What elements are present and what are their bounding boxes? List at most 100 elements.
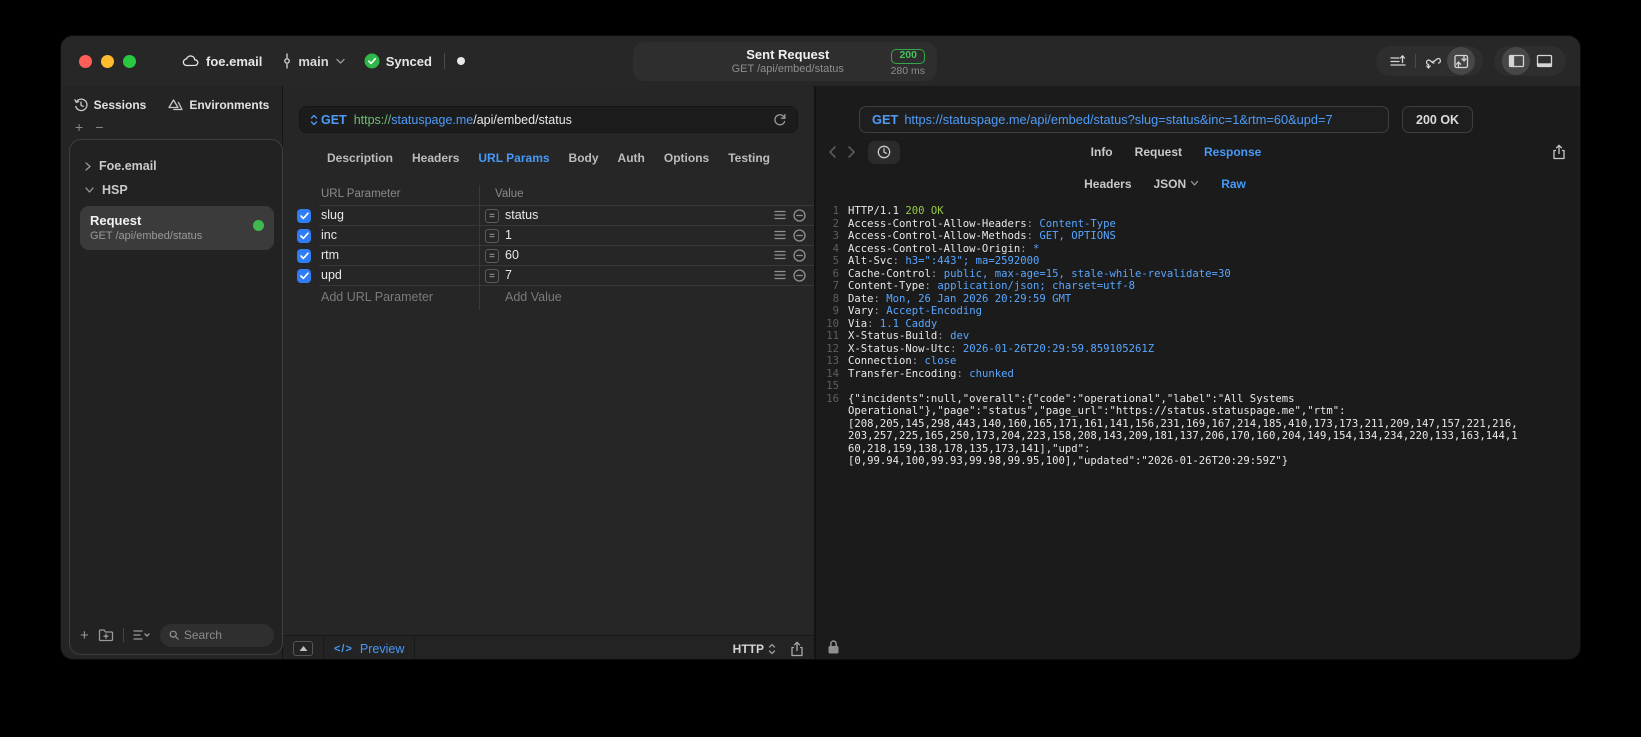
sent-request-title: Sent Request	[746, 46, 830, 62]
add-url-parameter-field[interactable]: Add URL Parameter	[321, 290, 433, 304]
tree-item-foe-email[interactable]: Foe.email	[80, 154, 274, 178]
check-icon	[299, 252, 309, 260]
remove-param-icon[interactable]	[793, 269, 806, 282]
lock-icon[interactable]	[827, 639, 840, 655]
history-clock-icon	[877, 145, 891, 159]
check-icon	[299, 232, 309, 240]
param-value[interactable]: 1	[505, 228, 512, 242]
line-number: 5	[832, 255, 839, 267]
share-icon[interactable]	[790, 641, 804, 657]
line-number: 2	[832, 217, 839, 230]
param-name[interactable]: upd	[321, 268, 342, 282]
minimize-window-button[interactable]	[101, 54, 114, 68]
param-enabled-checkbox[interactable]	[297, 229, 311, 243]
sidebar-search[interactable]	[159, 623, 274, 647]
line-number	[816, 443, 848, 456]
toggle-left-sidebar-button[interactable]	[1502, 47, 1530, 75]
code-line: 11 X-Status-Build: dev	[816, 330, 1568, 343]
response-nav: Info Request Response	[816, 133, 1580, 171]
subtab-json[interactable]: JSON	[1154, 177, 1200, 191]
toggle-bottom-panel-button[interactable]	[1530, 47, 1558, 75]
remove-session-button[interactable]: −	[95, 120, 103, 137]
sent-request-line[interactable]: GET https://statuspage.me/api/embed/stat…	[859, 106, 1389, 133]
tab-headers[interactable]: Headers	[412, 151, 459, 165]
remove-param-icon[interactable]	[793, 229, 806, 242]
tab-auth[interactable]: Auth	[618, 151, 645, 165]
code-line: 6 Cache-Control: public, max-age=15, sta…	[816, 268, 1568, 281]
traffic-lights	[79, 54, 136, 68]
tab-body[interactable]: Body	[569, 151, 599, 165]
param-row: inc = 1	[283, 226, 814, 246]
line-number: 15	[826, 380, 839, 392]
line-number: 12	[826, 342, 839, 355]
export-log-button[interactable]	[1384, 47, 1412, 75]
branch-selector[interactable]: main	[282, 53, 345, 69]
subtab-raw[interactable]: Raw	[1221, 177, 1246, 191]
column-header-parameter: URL Parameter	[321, 188, 401, 200]
remove-param-icon[interactable]	[793, 249, 806, 262]
tab-options[interactable]: Options	[664, 151, 709, 165]
reorder-lines-icon[interactable]	[774, 230, 786, 240]
param-enabled-checkbox[interactable]	[297, 269, 311, 283]
request-method[interactable]: GET	[321, 113, 347, 127]
back-icon[interactable]	[828, 145, 837, 159]
preview-button[interactable]: </> Preview	[334, 642, 404, 656]
protocol-selector[interactable]: HTTP	[733, 642, 776, 656]
param-enabled-checkbox[interactable]	[297, 209, 311, 223]
tab-environments[interactable]: Environments	[168, 98, 269, 112]
reorder-lines-icon[interactable]	[774, 270, 786, 280]
tab-sessions[interactable]: Sessions	[73, 98, 146, 112]
tree-item-hsp[interactable]: HSP	[80, 178, 274, 202]
param-name[interactable]: rtm	[321, 248, 339, 262]
response-header: GET https://statuspage.me/api/embed/stat…	[816, 86, 1580, 133]
search-input[interactable]	[183, 628, 265, 642]
param-enabled-checkbox[interactable]	[297, 249, 311, 263]
request-url-bar[interactable]: GET https://statuspage.me/api/embed/stat…	[299, 106, 798, 133]
sent-request-summary[interactable]: Sent Request GET /api/embed/status 200 2…	[633, 42, 937, 81]
send-receive-button[interactable]	[1447, 47, 1475, 75]
param-name[interactable]: slug	[321, 208, 344, 222]
sync-branches-icon	[1425, 57, 1441, 69]
forward-icon[interactable]	[847, 145, 856, 159]
zoom-window-button[interactable]	[123, 54, 136, 68]
cloud-icon	[182, 55, 199, 67]
add-value-field[interactable]: Add Value	[505, 290, 562, 304]
tab-url-params[interactable]: URL Params	[478, 151, 549, 165]
tab-testing[interactable]: Testing	[728, 151, 770, 165]
tab-info[interactable]: Info	[1091, 145, 1113, 159]
param-row: rtm = 60	[283, 246, 814, 266]
line-number	[816, 418, 848, 431]
tree-item-label: HSP	[102, 183, 128, 197]
reorder-lines-icon[interactable]	[774, 250, 786, 260]
request-item[interactable]: Request GET /api/embed/status	[80, 206, 274, 250]
sidebar-add-remove: + −	[61, 120, 282, 137]
sync-status[interactable]: Synced	[364, 53, 432, 69]
line-number: 4	[832, 242, 839, 255]
tab-request[interactable]: Request	[1135, 145, 1182, 159]
param-value[interactable]: status	[505, 208, 538, 222]
close-window-button[interactable]	[79, 54, 92, 68]
line-number: 13	[826, 355, 839, 367]
sort-list-icon[interactable]	[133, 629, 151, 641]
footer-divider	[414, 635, 416, 659]
code-line: 4 Access-Control-Allow-Origin: *	[816, 243, 1568, 256]
sync-branches-button[interactable]	[1419, 47, 1447, 75]
tab-description[interactable]: Description	[327, 151, 393, 165]
param-value[interactable]: 7	[505, 268, 512, 282]
reload-icon[interactable]	[773, 113, 787, 127]
param-name[interactable]: inc	[321, 228, 337, 242]
share-icon[interactable]	[1552, 144, 1566, 160]
reorder-lines-icon[interactable]	[774, 210, 786, 220]
remove-param-icon[interactable]	[793, 209, 806, 222]
project-menu[interactable]: foe.email	[182, 54, 262, 69]
param-value[interactable]: 60	[505, 248, 519, 262]
tab-response[interactable]: Response	[1204, 145, 1261, 159]
chevron-down-icon	[1191, 180, 1199, 186]
subtab-headers[interactable]: Headers	[1084, 177, 1131, 191]
new-folder-icon[interactable]	[98, 628, 114, 642]
expand-console-button[interactable]	[293, 641, 313, 656]
history-button[interactable]	[868, 140, 900, 164]
new-request-button[interactable]: +	[80, 627, 89, 644]
line-number: 16	[826, 392, 839, 405]
add-session-button[interactable]: +	[75, 120, 83, 137]
